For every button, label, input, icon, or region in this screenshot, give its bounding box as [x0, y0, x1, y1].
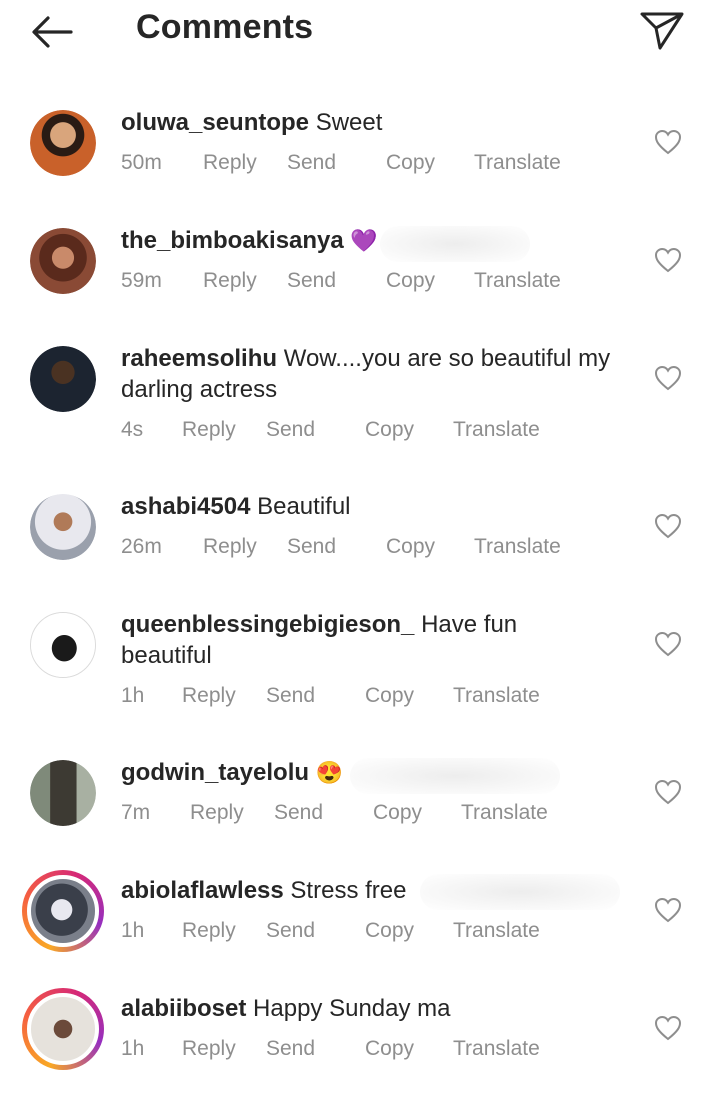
reply-button[interactable]: Reply [203, 535, 257, 559]
heart-icon[interactable] [654, 365, 682, 391]
send-button[interactable]: Send [266, 684, 315, 708]
copy-button[interactable]: Copy [386, 151, 435, 175]
send-button[interactable]: Send [287, 269, 336, 293]
send-button[interactable]: Send [266, 418, 315, 442]
comment-username[interactable]: ashabi4504 [121, 493, 250, 520]
comment-item: oluwa_seuntope Sweet 50m Reply Send Copy… [0, 96, 720, 214]
translate-button[interactable]: Translate [453, 919, 540, 943]
avatar[interactable] [30, 760, 96, 826]
comment-item: queenblessingebigieson_ Have fun beautif… [0, 598, 720, 746]
translate-button[interactable]: Translate [474, 535, 561, 559]
avatar[interactable] [30, 612, 96, 678]
avatar[interactable] [30, 346, 96, 412]
send-button[interactable]: Send [266, 919, 315, 943]
heart-icon[interactable] [654, 779, 682, 805]
copy-button[interactable]: Copy [365, 1037, 414, 1061]
translate-button[interactable]: Translate [474, 269, 561, 293]
copy-button[interactable]: Copy [386, 535, 435, 559]
comment-time: 59m [121, 269, 162, 292]
send-button[interactable]: Send [274, 801, 323, 825]
comment-text: Sweet [315, 109, 383, 136]
translate-button[interactable]: Translate [474, 151, 561, 175]
reply-button[interactable]: Reply [203, 151, 257, 175]
comment-text: Happy Sunday ma [253, 995, 451, 1022]
back-button[interactable] [26, 12, 78, 52]
send-button[interactable]: Send [266, 1037, 315, 1061]
comment-list: oluwa_seuntope Sweet 50m Reply Send Copy… [0, 96, 720, 1100]
page-title: Comments [136, 8, 314, 46]
heart-icon[interactable] [654, 247, 682, 273]
comment-time: 50m [121, 151, 162, 174]
reply-button[interactable]: Reply [203, 269, 257, 293]
copy-button[interactable]: Copy [386, 269, 435, 293]
heart-icon[interactable] [654, 513, 682, 539]
avatar[interactable] [30, 110, 96, 176]
send-button[interactable]: Send [287, 151, 336, 175]
copy-button[interactable]: Copy [365, 684, 414, 708]
comment-time: 26m [121, 535, 162, 558]
comment-time: 1h [121, 1037, 145, 1060]
comment-text: 😍 [315, 760, 344, 785]
translate-button[interactable]: Translate [453, 418, 540, 442]
comment-username[interactable]: abiolaflawless [121, 877, 284, 904]
translate-button[interactable]: Translate [461, 801, 548, 825]
reply-button[interactable]: Reply [182, 919, 236, 943]
copy-button[interactable]: Copy [365, 418, 414, 442]
comment-username[interactable]: godwin_tayelolu [121, 759, 309, 786]
comment-time: 4s [121, 418, 144, 441]
heart-icon[interactable] [654, 1015, 682, 1041]
share-button[interactable] [636, 6, 688, 54]
header: Comments [0, 0, 720, 60]
comment-username[interactable]: raheemsolihu [121, 345, 277, 372]
heart-icon[interactable] [654, 897, 682, 923]
translate-button[interactable]: Translate [453, 1037, 540, 1061]
comment-text: Beautiful [257, 493, 351, 520]
comment-time: 7m [121, 801, 151, 824]
avatar[interactable] [30, 228, 96, 294]
reply-button[interactable]: Reply [182, 418, 236, 442]
avatar[interactable] [30, 494, 96, 560]
comment-item: godwin_tayelolu 😍 7m Reply Send Copy Tra… [0, 746, 720, 864]
reply-button[interactable]: Reply [182, 1037, 236, 1061]
arrow-left-icon [32, 16, 73, 48]
send-button[interactable]: Send [287, 535, 336, 559]
comment-text: 💜 [350, 228, 378, 253]
comment-text: Stress free [290, 877, 407, 904]
avatar-story-ring[interactable] [22, 988, 104, 1070]
comment-username[interactable]: alabiiboset [121, 995, 246, 1022]
paper-plane-icon [640, 12, 684, 50]
comment-item: ashabi4504 Beautiful 26m Reply Send Copy… [0, 480, 720, 598]
comment-time: 1h [121, 684, 145, 707]
heart-icon[interactable] [654, 129, 682, 155]
comment-item: the_bimboakisanya 💜 59m Reply Send Copy … [0, 214, 720, 332]
comment-time: 1h [121, 919, 145, 942]
comment-username[interactable]: queenblessingebigieson_ [121, 611, 414, 638]
reply-button[interactable]: Reply [190, 801, 244, 825]
heart-icon[interactable] [654, 631, 682, 657]
comment-item: raheemsolihu Wow....you are so beautiful… [0, 332, 720, 480]
reply-button[interactable]: Reply [182, 684, 236, 708]
copy-button[interactable]: Copy [373, 801, 422, 825]
comment-username[interactable]: the_bimboakisanya [121, 227, 344, 254]
comment-username[interactable]: oluwa_seuntope [121, 109, 309, 136]
copy-button[interactable]: Copy [365, 919, 414, 943]
translate-button[interactable]: Translate [453, 684, 540, 708]
comment-item: alabiiboset Happy Sunday ma 1h Reply Sen… [0, 982, 720, 1100]
comment-item: abiolaflawless Stress free 1h Reply Send… [0, 864, 720, 982]
avatar-story-ring[interactable] [22, 870, 104, 952]
